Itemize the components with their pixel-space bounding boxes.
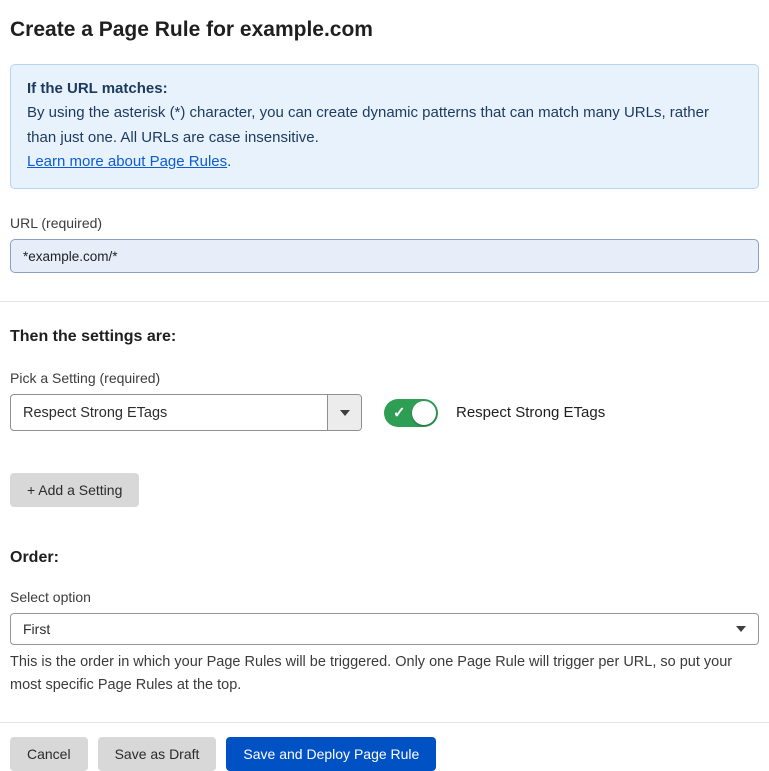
- url-input[interactable]: [10, 239, 759, 273]
- toggle-knob: [412, 401, 436, 425]
- chevron-down-icon: [736, 626, 746, 632]
- url-match-info-box: If the URL matches: By using the asteris…: [10, 64, 759, 189]
- info-box-link-line: Learn more about Page Rules.: [27, 150, 742, 174]
- setting-toggle[interactable]: ✓: [384, 399, 438, 427]
- setting-select[interactable]: Respect Strong ETags: [10, 394, 362, 431]
- footer-actions: Cancel Save as Draft Save and Deploy Pag…: [0, 722, 769, 771]
- order-help-text: This is the order in which your Page Rul…: [10, 651, 759, 696]
- add-setting-button[interactable]: + Add a Setting: [10, 473, 139, 507]
- link-period: .: [227, 153, 231, 170]
- order-select-value: First: [23, 621, 736, 637]
- page-title: Create a Page Rule for example.com: [10, 18, 759, 42]
- order-heading: Order:: [10, 549, 759, 567]
- save-draft-button[interactable]: Save as Draft: [98, 737, 217, 771]
- url-label: URL (required): [10, 215, 759, 231]
- order-select-label: Select option: [10, 589, 759, 605]
- check-icon: ✓: [393, 403, 406, 421]
- order-select[interactable]: First: [10, 613, 759, 645]
- setting-toggle-label: Respect Strong ETags: [456, 404, 605, 421]
- info-box-heading: If the URL matches:: [27, 77, 742, 101]
- setting-row: Respect Strong ETags ✓ Respect Strong ET…: [10, 394, 759, 431]
- info-box-body: By using the asterisk (*) character, you…: [27, 101, 742, 150]
- section-divider: [0, 301, 769, 302]
- setting-select-value: Respect Strong ETags: [11, 395, 327, 430]
- setting-select-caret-button[interactable]: [327, 395, 361, 430]
- save-deploy-button[interactable]: Save and Deploy Page Rule: [226, 737, 436, 771]
- cancel-button[interactable]: Cancel: [10, 737, 88, 771]
- learn-more-link[interactable]: Learn more about Page Rules: [27, 153, 227, 170]
- settings-heading: Then the settings are:: [10, 328, 759, 346]
- chevron-down-icon: [340, 410, 350, 416]
- pick-setting-label: Pick a Setting (required): [10, 370, 759, 386]
- page: Create a Page Rule for example.com If th…: [0, 0, 769, 771]
